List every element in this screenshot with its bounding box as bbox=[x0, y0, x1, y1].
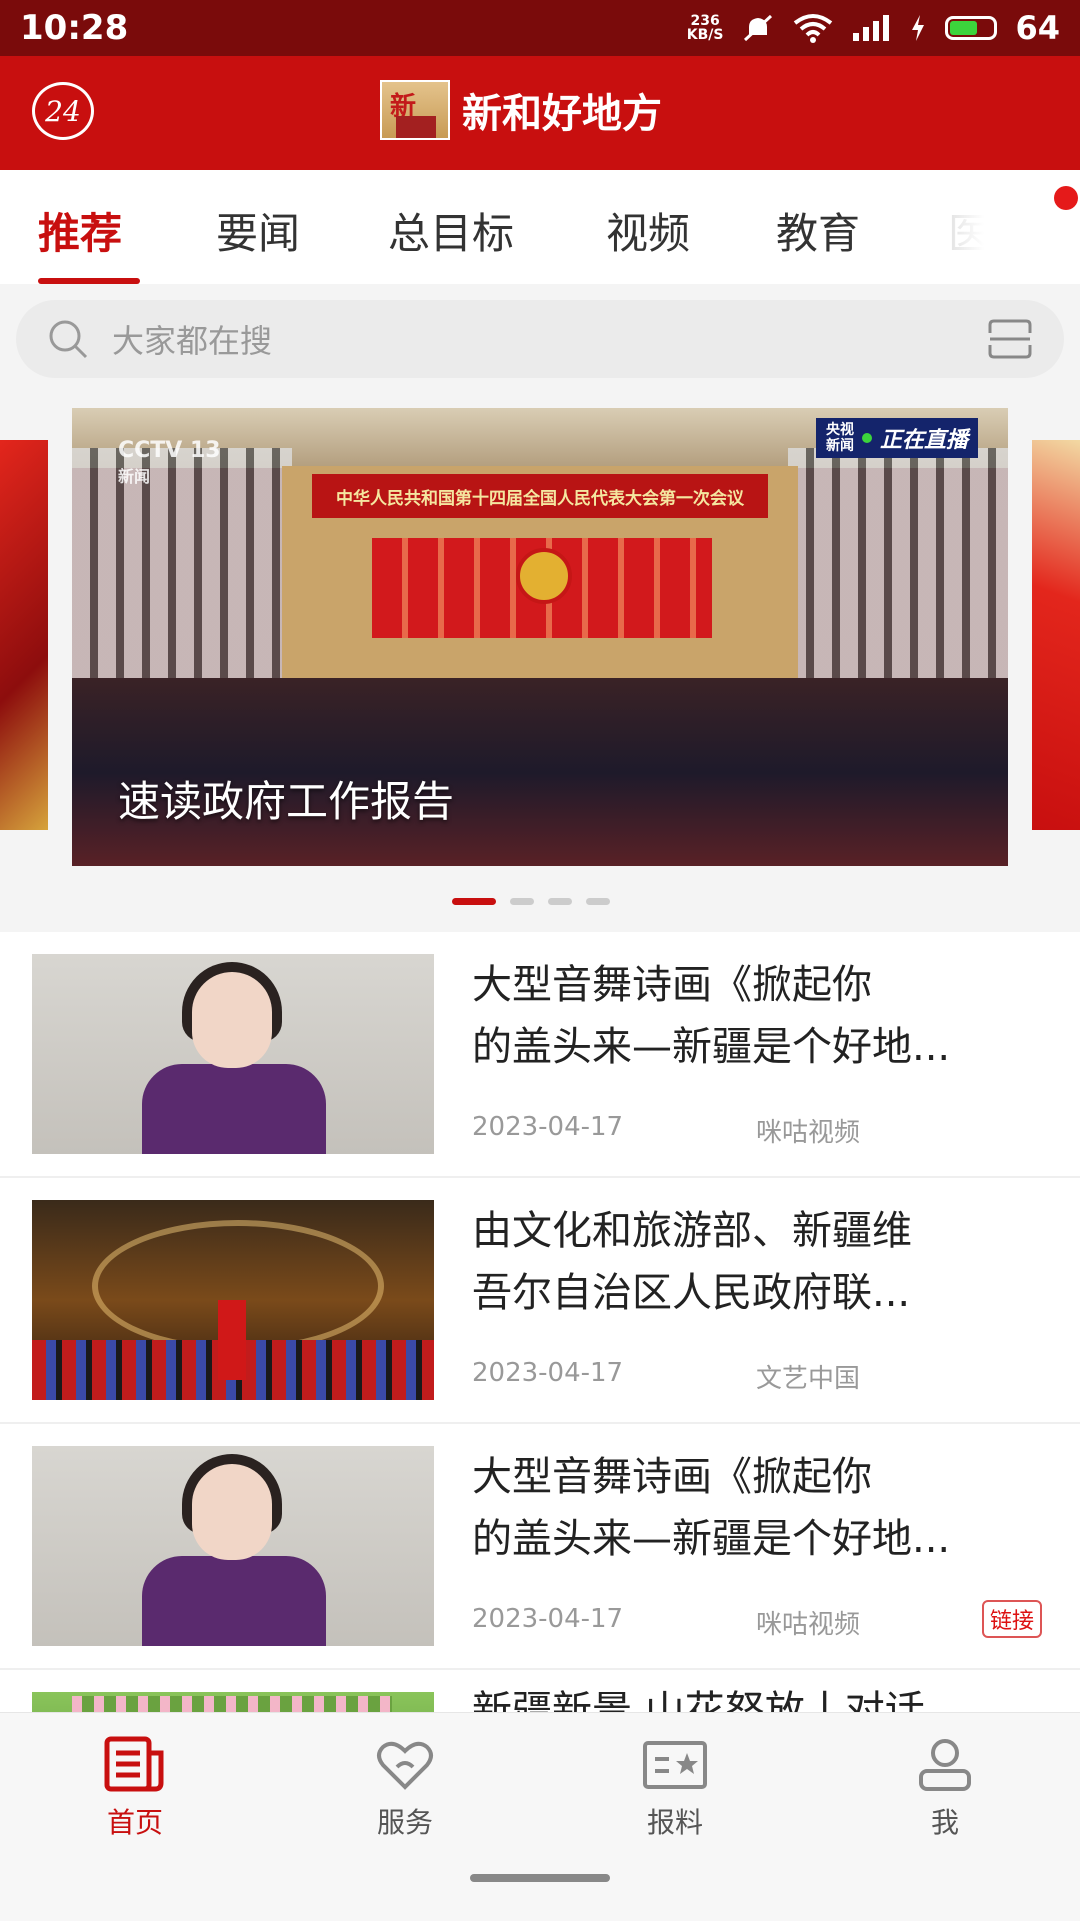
carousel-dot[interactable] bbox=[548, 898, 572, 905]
app-brand: 新 新和好地方 bbox=[380, 80, 662, 140]
nav-label: 服务 bbox=[376, 1806, 433, 1839]
net-speed-unit: KB/S bbox=[686, 27, 724, 43]
stage-banner-text: 中华人民共和国第十四届全国人民代表大会第一次会议 bbox=[312, 474, 768, 518]
nav-label: 首页 bbox=[106, 1806, 163, 1839]
person-icon bbox=[919, 1739, 971, 1791]
national-emblem bbox=[516, 548, 572, 604]
scan-icon[interactable] bbox=[986, 317, 1034, 361]
link-tag-badge: 链接 bbox=[982, 1600, 1043, 1638]
news-icon bbox=[104, 1736, 164, 1792]
net-speed: 236 KB/S bbox=[687, 14, 724, 42]
tab-headlines[interactable]: 要闻 bbox=[216, 200, 300, 261]
tabs-fade-overlay bbox=[920, 170, 1080, 284]
live-label: 正在直播 bbox=[879, 428, 968, 453]
news-thumbnail bbox=[32, 1692, 434, 1712]
live-source: 央视 新闻 bbox=[825, 422, 854, 454]
live-dot-icon bbox=[861, 433, 872, 443]
status-bar: 10:28 236 KB/S 64 bbox=[0, 0, 1080, 56]
news-title: 大型音舞诗画《掀起你 的盖头来—新疆是个好地... bbox=[472, 962, 951, 1070]
news-thumbnail bbox=[32, 954, 434, 1154]
carousel-dot[interactable] bbox=[586, 898, 610, 905]
battery-level: 64 bbox=[1015, 9, 1060, 47]
tab-education[interactable]: 教育 bbox=[776, 200, 860, 261]
search-placeholder: 大家都在搜 bbox=[112, 322, 273, 360]
carousel-prev-preview[interactable] bbox=[0, 440, 48, 830]
search-bar[interactable]: 大家都在搜 bbox=[16, 300, 1064, 378]
tab-general-goal[interactable]: 总目标 bbox=[388, 200, 514, 261]
banner-caption: 速读政府工作报告 bbox=[118, 777, 455, 826]
carousel-dot[interactable] bbox=[452, 898, 496, 905]
news-date: 2023-04-17 bbox=[472, 1112, 624, 1142]
app-header: 24 新 新和好地方 bbox=[0, 56, 1080, 170]
search-icon bbox=[49, 320, 88, 359]
carousel-dot[interactable] bbox=[510, 898, 534, 905]
news-source: 咪咕视频 bbox=[756, 1610, 861, 1640]
tab-video[interactable]: 视频 bbox=[606, 200, 690, 261]
news-date: 2023-04-17 bbox=[472, 1604, 624, 1634]
news-item[interactable]: 大型音舞诗画《掀起你 的盖头来—新疆是个好地... 2023-04-17 咪咕视… bbox=[0, 932, 1080, 1178]
news-source: 文艺中国 bbox=[756, 1364, 861, 1394]
news-thumbnail bbox=[32, 1446, 434, 1646]
channel-logo-text: CCTV 13 bbox=[118, 438, 221, 463]
active-tab-indicator bbox=[38, 278, 140, 284]
news-title: 新疆新景 山花怒放丨对话 bbox=[472, 1688, 925, 1712]
news-title: 由文化和旅游部、新疆维 吾尔自治区人民政府联... bbox=[472, 1208, 912, 1316]
news-date: 2023-04-17 bbox=[472, 1358, 624, 1388]
24-hour-news-button[interactable]: 24 bbox=[32, 82, 94, 140]
bottom-navigation: 首页 服务 报料 我 bbox=[0, 1712, 1080, 1921]
report-card-icon bbox=[643, 1741, 707, 1789]
nav-home[interactable]: 首页 bbox=[65, 1735, 205, 1841]
status-time: 10:28 bbox=[20, 8, 129, 48]
charging-icon bbox=[912, 15, 925, 41]
nav-me[interactable]: 我 bbox=[875, 1735, 1015, 1841]
signal-icon bbox=[853, 15, 890, 41]
home-gesture-bar[interactable] bbox=[470, 1874, 610, 1882]
carousel-indicators bbox=[452, 898, 610, 905]
channel-sub: 新闻 bbox=[118, 467, 151, 486]
nav-service[interactable]: 服务 bbox=[335, 1735, 475, 1841]
tab-recommend[interactable]: 推荐 bbox=[38, 200, 122, 261]
channel-menu-notification-dot[interactable] bbox=[1054, 186, 1078, 210]
nav-label: 我 bbox=[930, 1806, 959, 1839]
news-item[interactable]: 由文化和旅游部、新疆维 吾尔自治区人民政府联... 2023-04-17 文艺中… bbox=[0, 1178, 1080, 1424]
wifi-icon bbox=[794, 14, 833, 43]
news-list: 大型音舞诗画《掀起你 的盖头来—新疆是个好地... 2023-04-17 咪咕视… bbox=[0, 932, 1080, 1712]
news-title: 大型音舞诗画《掀起你 的盖头来—新疆是个好地... bbox=[472, 1454, 951, 1562]
mute-icon bbox=[744, 14, 773, 42]
news-item[interactable]: 新疆新景 山花怒放丨对话 bbox=[0, 1670, 1080, 1712]
status-icons: 236 KB/S 64 bbox=[687, 9, 1060, 47]
heart-icon bbox=[377, 1741, 433, 1790]
news-source: 咪咕视频 bbox=[756, 1118, 861, 1148]
nav-report[interactable]: 报料 bbox=[605, 1735, 745, 1841]
nav-label: 报料 bbox=[646, 1806, 703, 1839]
net-speed-value: 236 bbox=[690, 13, 720, 29]
news-thumbnail bbox=[32, 1200, 434, 1400]
carousel-next-preview[interactable] bbox=[1032, 440, 1080, 830]
category-tabs: 推荐 要闻 总目标 视频 教育 医卄 bbox=[0, 170, 1080, 284]
live-badge: 央视 新闻 正在直播 bbox=[815, 418, 978, 458]
carousel-banner[interactable]: 中华人民共和国第十四届全国人民代表大会第一次会议 CCTV 13 新闻 央视 新… bbox=[72, 408, 1008, 866]
channel-logo: CCTV 13 新闻 bbox=[118, 438, 221, 487]
battery-icon bbox=[945, 16, 998, 40]
news-item[interactable]: 大型音舞诗画《掀起你 的盖头来—新疆是个好地... 2023-04-17 咪咕视… bbox=[0, 1424, 1080, 1670]
app-name: 新和好地方 bbox=[462, 91, 662, 137]
app-logo: 新 bbox=[380, 80, 450, 140]
